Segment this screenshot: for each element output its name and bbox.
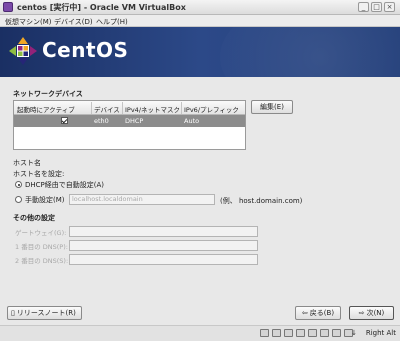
hostname-example: (例、 host.domain.com) [220, 197, 303, 205]
menu-devices[interactable]: デバイス(D) [54, 17, 93, 27]
col-device[interactable]: デバイス [94, 104, 120, 114]
centos-banner: CentOS [0, 27, 400, 77]
other-settings-label: その他の設定 [13, 214, 55, 222]
statusbar: ↓ Right Alt [0, 326, 400, 341]
network-device-table[interactable]: 起動時にアクティブ デバイス IPv4/ネットマスク IPv6/プレフィックス … [13, 100, 246, 150]
col-active[interactable]: 起動時にアクティブ [17, 104, 75, 114]
table-header: 起動時にアクティブ デバイス IPv4/ネットマスク IPv6/プレフィックス [14, 101, 245, 124]
minimize-button[interactable]: _ [358, 2, 369, 12]
banner-decoration [220, 27, 400, 77]
display-icon[interactable] [320, 329, 329, 337]
gateway-input[interactable] [69, 226, 258, 237]
dns2-input[interactable] [69, 254, 258, 265]
cell-ipv6: Auto [184, 117, 200, 125]
menu-machine[interactable]: 仮想マシン(M) [5, 17, 52, 27]
manual-radio[interactable] [15, 196, 22, 203]
dhcp-radio[interactable] [15, 181, 22, 188]
menubar: 仮想マシン(M) デバイス(D) ヘルプ(H) [0, 15, 400, 27]
edit-button[interactable]: 編集(E) [251, 100, 293, 114]
col-ipv4[interactable]: IPv4/ネットマスク [125, 104, 180, 114]
back-label: 戻る(B) [309, 309, 335, 317]
host-key-arrow-icon: ↓ [351, 329, 357, 337]
gateway-label: ゲートウェイ(G): [15, 229, 67, 237]
arrow-right-icon: ⇨ [358, 309, 365, 317]
hostname-input[interactable]: localhost.localdomain [69, 194, 215, 205]
document-icon: ▯ [11, 309, 15, 317]
active-checkbox[interactable] [61, 117, 68, 124]
column-divider [122, 102, 123, 114]
virtualbox-app-icon [3, 2, 13, 12]
optical-drive-icon[interactable] [272, 329, 281, 337]
hostname-section-label: ホスト名 [13, 159, 41, 167]
close-button[interactable]: × [384, 2, 395, 12]
cell-ipv4: DHCP [125, 117, 144, 125]
column-divider [181, 102, 182, 114]
dhcp-radio-label[interactable]: DHCP経由で自動設定(A) [25, 180, 104, 190]
hostname-set-label: ホスト名を設定: [13, 170, 65, 178]
dns1-input[interactable] [69, 240, 258, 251]
network-devices-label: ネットワークデバイス [13, 90, 83, 98]
next-button[interactable]: ⇨ 次(N) [349, 306, 394, 320]
arrow-left-icon: ⇦ [301, 309, 308, 317]
release-notes-label: リリースノート(R) [16, 309, 76, 317]
harddisk-icon[interactable] [260, 329, 269, 337]
dns1-label: 1 番目の DNS(P): [15, 243, 68, 251]
next-label: 次(N) [366, 309, 385, 317]
maximize-button[interactable]: □ [371, 2, 382, 12]
manual-radio-label[interactable]: 手動設定(M) [25, 195, 65, 205]
window-titlebar: centos [実行中] - Oracle VM VirtualBox _ □ … [0, 0, 400, 15]
network-icon[interactable] [296, 329, 305, 337]
column-divider [91, 102, 92, 114]
cell-device: eth0 [94, 117, 109, 125]
release-notes-button[interactable]: ▯ リリースノート(R) [7, 306, 82, 320]
shared-folder-icon[interactable] [308, 329, 317, 337]
host-key-label: Right Alt [365, 329, 396, 337]
dns2-label: 2 番目の DNS(S): [15, 257, 69, 265]
mouse-integration-icon[interactable] [332, 329, 341, 337]
centos-logo-icon [9, 37, 37, 65]
back-button[interactable]: ⇦ 戻る(B) [295, 306, 341, 320]
menu-help[interactable]: ヘルプ(H) [96, 17, 128, 27]
window-title: centos [実行中] - Oracle VM VirtualBox [17, 3, 186, 12]
table-row[interactable]: eth0 DHCP Auto [14, 115, 245, 127]
usb-icon[interactable] [284, 329, 293, 337]
centos-logo-text: CentOS [42, 38, 129, 62]
